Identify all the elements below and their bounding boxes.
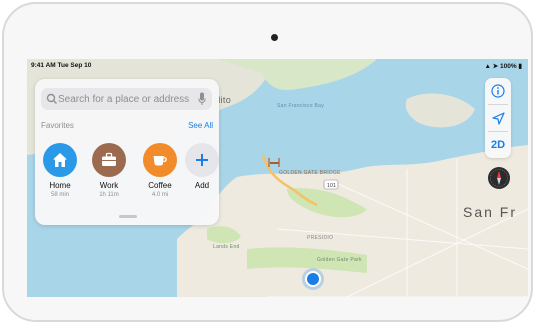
map-mode-label: 2D (490, 139, 506, 151)
coffee-cup-icon (143, 143, 177, 177)
favorite-work[interactable]: Work 1h 11m (86, 143, 132, 198)
favorite-label: Home (49, 181, 71, 190)
map-label-sf-bay: San Francisco Bay (277, 103, 325, 109)
compass-icon (490, 169, 508, 187)
favorite-add[interactable]: Add (185, 143, 219, 190)
search-bar[interactable] (41, 88, 212, 110)
info-icon (491, 84, 505, 98)
favorite-home[interactable]: Home 58 min (37, 143, 83, 198)
map-label-golden-gate-bridge: GOLDEN GATE BRIDGE (279, 170, 341, 176)
map-label-highway-101: 101 (327, 183, 337, 189)
search-icon (46, 93, 57, 104)
search-input[interactable] (58, 91, 193, 107)
favorite-eta: 58 min (50, 192, 69, 198)
wifi-icon: ▲ (484, 63, 491, 70)
map-label-san-francisco: San Fr (463, 204, 518, 220)
battery-percent: 100% (499, 63, 517, 70)
user-location-dot[interactable] (305, 271, 321, 287)
favorite-eta: 1h 11m (99, 192, 119, 198)
status-time-date: 9:41 AM Tue Sep 10 (31, 62, 92, 69)
front-camera (271, 34, 278, 41)
plus-icon (185, 143, 219, 177)
status-right: ▲ ➤ 100% ▮ (484, 62, 522, 70)
map-label-lands-end: Lands End (213, 244, 240, 250)
favorites-title: Favorites (41, 121, 74, 130)
house-icon (43, 143, 77, 177)
location-arrow-icon (491, 111, 505, 125)
favorite-coffee[interactable]: Coffee 4.0 mi (137, 143, 183, 198)
maps-screen: 9:41 AM Tue Sep 10 ▲ ➤ 100% ▮ alito San … (27, 59, 528, 297)
battery-icon: ▮ (518, 63, 522, 70)
favorite-label: Coffee (148, 181, 172, 190)
info-button[interactable] (485, 78, 511, 104)
card-grabber-handle[interactable] (119, 215, 137, 218)
favorite-label: Add (194, 181, 210, 190)
favorite-label: Work (99, 181, 119, 190)
track-location-button[interactable] (485, 105, 511, 131)
status-bar: 9:41 AM Tue Sep 10 ▲ ➤ 100% ▮ (27, 59, 528, 71)
map-label-presidio: PRESIDIO (307, 235, 334, 241)
map-mode-2d-button[interactable]: 2D (485, 132, 511, 158)
briefcase-icon (92, 143, 126, 177)
favorite-eta: 4.0 mi (151, 192, 169, 198)
compass-button[interactable] (488, 167, 510, 189)
search-card: Favorites See All Home 58 min Work 1h 11 (35, 79, 219, 225)
map-label-golden-gate-park: Golden Gate Park (317, 257, 362, 263)
location-services-icon: ➤ (492, 63, 499, 70)
microphone-icon[interactable] (198, 92, 206, 106)
map-controls: 2D (485, 78, 511, 158)
see-all-link[interactable]: See All (188, 121, 213, 130)
